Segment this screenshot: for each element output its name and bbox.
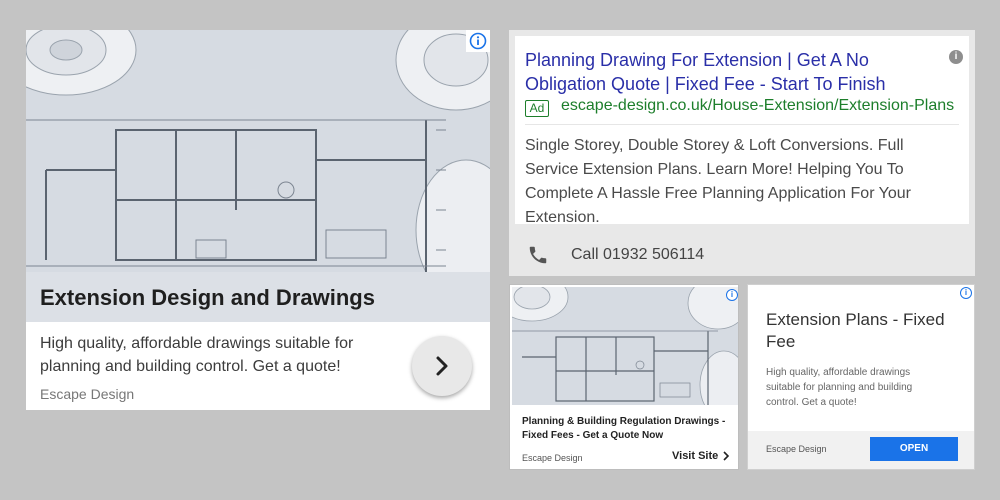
ad-headline[interactable]: Extension Design and Drawings (40, 285, 375, 311)
blueprint-image[interactable] (26, 30, 490, 272)
advertiser-name: Escape Design (40, 386, 135, 402)
ad-card-large[interactable]: Extension Design and Drawings High quali… (26, 30, 490, 410)
display-url[interactable]: escape-design.co.uk/House-Extension/Exte… (561, 97, 961, 115)
ad-title-link[interactable]: Planning Drawing For Extension | Get A N… (525, 48, 925, 96)
chevron-right-icon (436, 356, 448, 376)
blueprint-image[interactable]: i (512, 287, 738, 405)
ad-footer: Escape Design OPEN (748, 431, 974, 469)
divider (525, 124, 959, 125)
ad-headline[interactable]: Extension Plans - Fixed Fee (766, 309, 966, 353)
ad-description: High quality, affordable drawings suitab… (40, 335, 354, 375)
ad-info-icon[interactable]: i (726, 289, 738, 301)
ad-info-icon[interactable]: i (949, 50, 963, 64)
ad-badge: Ad (525, 100, 549, 117)
chevron-right-icon (723, 451, 730, 461)
call-phone-number[interactable]: Call 01932 506114 (571, 246, 704, 264)
advertiser-name: Escape Design (522, 453, 583, 463)
ad-description: Single Storey, Double Storey & Loft Conv… (525, 137, 912, 226)
ad-info-icon[interactable]: i (960, 287, 972, 299)
visit-site-label: Visit Site (672, 450, 719, 462)
ad-card-small-text[interactable]: i Extension Plans - Fixed Fee High quali… (747, 284, 975, 470)
ad-info-icon[interactable] (466, 30, 490, 52)
text-ad-body: Planning Drawing For Extension | Get A N… (515, 36, 969, 226)
advertiser-name: Escape Design (766, 444, 827, 454)
blueprint-drawing (26, 30, 490, 272)
open-button[interactable]: OPEN (870, 437, 958, 461)
ad-description: High quality, affordable drawings suitab… (766, 367, 913, 408)
ad-card-text[interactable]: Planning Drawing For Extension | Get A N… (509, 30, 975, 276)
visit-site-button[interactable]: Visit Site (672, 450, 730, 462)
open-arrow-button[interactable] (412, 336, 472, 396)
phone-icon (529, 246, 547, 264)
ad-card-medium[interactable]: i Planning & Building Regulation Drawing… (509, 284, 739, 470)
ad-headline[interactable]: Planning & Building Regulation Drawings … (522, 415, 732, 443)
blueprint-drawing (512, 287, 738, 405)
call-extension[interactable]: Call 01932 506114 (509, 234, 975, 274)
